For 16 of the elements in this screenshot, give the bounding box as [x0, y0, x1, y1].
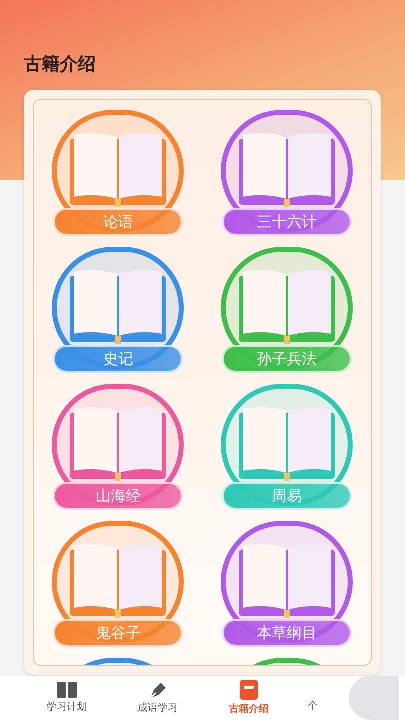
book-title-button[interactable]: 论语 — [53, 208, 184, 236]
nav-tab[interactable]: 学习计划 — [32, 682, 102, 714]
book-title-button[interactable]: 三十六计 — [222, 208, 352, 236]
nav-tab[interactable]: 成语学习 — [123, 680, 193, 716]
pen-icon — [148, 680, 168, 698]
page-title: 古籍介绍 — [24, 53, 96, 77]
book-title-button[interactable]: 山海经 — [53, 482, 184, 510]
book-icon — [57, 682, 77, 698]
book-title-button[interactable]: 史记 — [53, 345, 184, 373]
book-cover-icon — [240, 680, 258, 700]
book-title-button[interactable]: 本草纲目 — [222, 619, 352, 647]
book-title-button[interactable]: 周易 — [222, 482, 352, 510]
book-title-button[interactable]: 鬼谷子 — [53, 619, 184, 647]
book-title-button[interactable]: 孙子兵法 — [222, 345, 352, 373]
nav-tab[interactable]: 古籍介绍 — [214, 680, 284, 716]
nav-tab[interactable]: 个 — [305, 699, 321, 714]
